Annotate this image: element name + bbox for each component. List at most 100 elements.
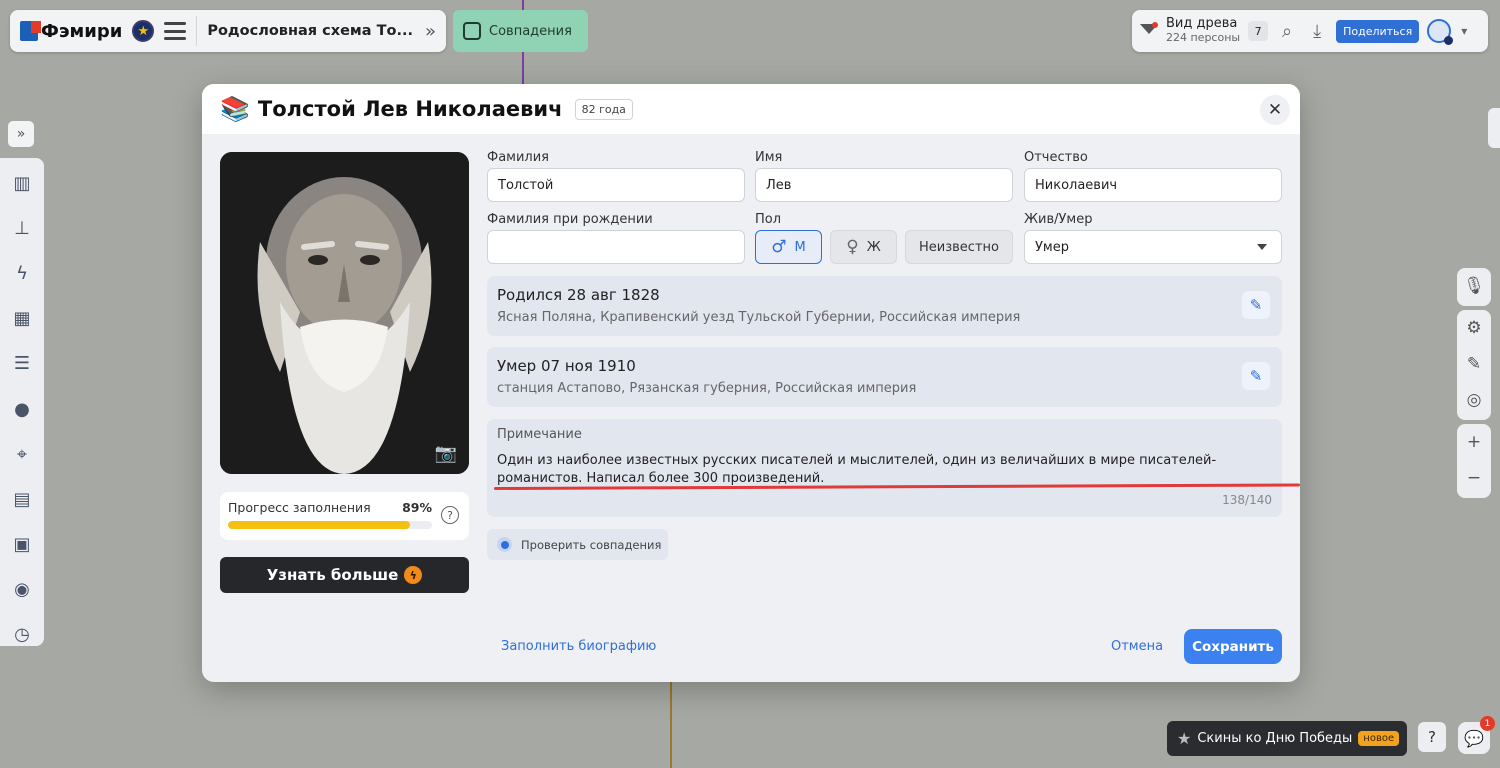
birth-title: Родился 28 авг 1828 [497,286,660,304]
new-badge: новое [1358,731,1400,746]
notification-badge: 1 [1480,716,1495,731]
clock-icon[interactable]: ◷ [11,623,33,646]
gender-male-button[interactable]: ♂ М [755,230,822,264]
tree-view-title: Вид древа [1166,16,1238,32]
progress-value: 89% [402,500,432,515]
gender-unknown-button[interactable]: Неизвестно [905,230,1013,264]
download-icon[interactable]: ⤓ [1306,21,1328,42]
gender-female-button[interactable]: ♀ Ж [830,230,897,264]
top-bar-right: Вид древа 224 персоны 7 ⌕ ⤓ Поделиться ▾ [1132,10,1488,52]
progress-bar [228,521,432,529]
gender-male-label: М [794,239,806,255]
tree-structure-icon[interactable]: ⊥ [11,217,33,240]
sidebar-expand-button[interactable]: » [8,121,34,147]
person-icon[interactable]: ● [11,397,33,420]
portrait-image [220,152,469,474]
help-icon[interactable]: ? [441,506,459,524]
age-badge: 82 года [574,98,633,120]
settings-gear-icon[interactable]: ⚙ [1457,310,1491,346]
first-name-field[interactable]: Лев [755,168,1013,202]
matches-tab[interactable]: Совпадения [453,10,588,52]
note-label: Примечание [497,427,582,442]
radio-dot-icon [497,537,512,552]
cancel-button[interactable]: Отмена [1111,639,1163,654]
user-avatar[interactable] [1427,19,1454,45]
note-field[interactable]: Примечание Один из наиболее известных ру… [487,419,1282,517]
tree-view-selector[interactable]: Вид древа 224 персоны [1166,16,1241,45]
birth-event-card: Родился 28 авг 1828 Ясная Поляна, Крапив… [487,276,1282,336]
camera-icon[interactable]: 📷 [435,443,457,464]
image-icon[interactable]: ▣ [11,533,33,556]
zoom-in-icon[interactable]: + [1457,424,1491,460]
right-panel-toggle[interactable] [1488,108,1500,148]
double-chevron-right-icon[interactable]: » [425,21,436,42]
alive-status-value: Умер [1035,239,1069,255]
close-button[interactable]: ✕ [1260,95,1290,125]
first-name-label: Имя [755,150,783,165]
chevron-down-icon[interactable]: ▾ [1459,24,1469,38]
check-matches-button[interactable]: Проверить совпадения [487,529,668,560]
target-icon[interactable]: ◎ [1457,382,1491,418]
books-icon: 📚 [220,95,250,123]
death-title: Умер 07 ноя 1910 [497,357,636,375]
logo-text: Фэмири [41,20,123,42]
fill-progress-card: Прогресс заполнения 89% ? [220,492,469,540]
people-count: 224 персоны [1166,31,1241,45]
learn-more-button[interactable]: Узнать больше ϟ [220,557,469,593]
microphone-icon[interactable]: 🎙 [1457,268,1491,304]
birth-surname-label: Фамилия при рождении [487,212,653,227]
lightning-icon[interactable]: ϟ [11,262,33,285]
matches-tab-label: Совпадения [489,23,572,39]
location-pin-icon[interactable]: ⌖ [11,443,33,466]
promo-banner[interactable]: ★ Скины ко Дню Победы новое [1167,721,1407,756]
person-name: Толстой Лев Николаевич [257,97,563,121]
generations-badge[interactable]: 7 [1248,21,1269,41]
save-button[interactable]: Сохранить [1184,629,1282,664]
check-matches-label: Проверить совпадения [521,537,662,552]
help-button[interactable]: ? [1418,722,1446,752]
learn-more-label: Узнать больше [266,566,399,584]
alive-label: Жив/Умер [1024,212,1093,227]
calendar-icon[interactable]: ▤ [11,488,33,511]
question-icon: ? [1428,728,1436,746]
chat-button[interactable]: 💬 1 [1458,716,1495,754]
edit-birth-pencil-icon[interactable]: ✎ [1242,291,1270,319]
gender-label: Пол [755,212,782,227]
list-menu-icon[interactable] [164,22,187,40]
search-icon[interactable]: ⌕ [1276,21,1298,42]
book-icon[interactable]: ▥ [11,172,33,195]
share-button[interactable]: Поделиться [1336,19,1420,43]
fill-biography-link[interactable]: Заполнить биографию [501,639,656,654]
left-sidebar: ▥ ⊥ ϟ ▦ ☰ ● ⌖ ▤ ▣ ◉ ◷ [0,158,44,646]
dropdown-arrow-icon [1257,244,1267,250]
brush-icon[interactable]: ✎ [1457,346,1491,382]
filter-icon[interactable] [1140,22,1158,40]
surname-label: Фамилия [487,150,549,165]
top-bar-left: Фэмири ★ Родословная схема То... » [10,10,446,52]
person-photo[interactable]: 📷 [220,152,469,474]
male-symbol-icon: ♂ [771,237,787,257]
note-text: Один из наиболее известных русских писат… [497,453,1217,486]
zoom-controls: + − [1457,424,1491,498]
premium-star-icon[interactable]: ★ [132,20,155,42]
patronymic-label: Отчество [1024,150,1088,165]
logo-mark-icon [20,21,41,41]
patronymic-field[interactable]: Николаевич [1024,168,1282,202]
female-symbol-icon: ♀ [846,237,859,257]
progress-label: Прогресс заполнения [228,500,371,515]
alive-status-select[interactable]: Умер [1024,230,1282,264]
tree-title[interactable]: Родословная схема То... [207,23,415,39]
birth-surname-field[interactable] [487,230,745,264]
edit-death-pencil-icon[interactable]: ✎ [1242,362,1270,390]
surname-field[interactable]: Толстой [487,168,745,202]
record-icon[interactable]: ◉ [11,578,33,601]
bolt-icon: ϟ [404,566,423,584]
grid-icon[interactable]: ▦ [11,307,33,330]
zoom-out-icon[interactable]: − [1457,460,1491,496]
promo-text: Скины ко Дню Победы [1197,731,1353,746]
list-icon[interactable]: ☰ [11,352,33,375]
death-place: станция Астапово, Рязанская губерния, Ро… [497,381,917,396]
person-edit-dialog: 📚 Толстой Лев Николаевич 82 года ✕ 📷 Про… [202,84,1300,682]
divider [196,16,198,46]
app-logo[interactable]: Фэмири [20,21,122,42]
